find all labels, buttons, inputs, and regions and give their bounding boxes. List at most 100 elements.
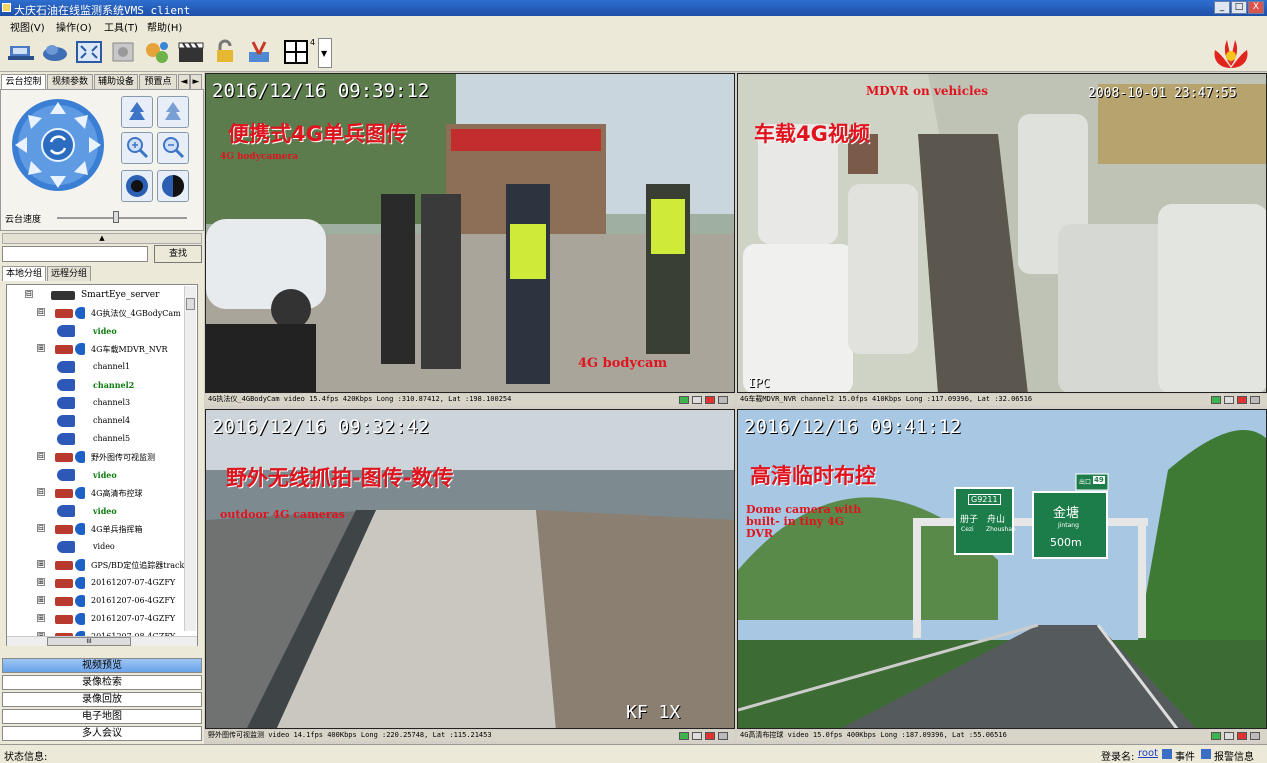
alarm-link[interactable]: 报警信息 — [1214, 748, 1254, 763]
minimize-button[interactable]: _ — [1214, 1, 1230, 14]
tree-camera-item[interactable]: channel3 — [7, 395, 187, 412]
tab-scroll-left[interactable]: ◄ — [178, 74, 190, 89]
expand-toggle-icon[interactable]: ⊞ — [37, 560, 45, 568]
tree-vscroll-thumb[interactable] — [186, 298, 195, 310]
title-bar[interactable]: 大庆石油在线监测系统VMS client _ □ X — [0, 0, 1267, 17]
menu-help[interactable]: 帮助(H) — [147, 19, 182, 34]
video-pane-3[interactable]: 2016/12/16 09:32:42 野外无线抓拍-图传-数传 outdoor… — [205, 409, 735, 729]
tree-camera-item[interactable]: channel5 — [7, 431, 187, 448]
video-1-record-icon[interactable] — [679, 396, 689, 404]
video-1-snapshot-icon[interactable] — [692, 396, 702, 404]
tree-device-item[interactable]: ⊟ 4G执法仪_4GBodyCam — [7, 305, 187, 322]
video-2-snapshot-icon[interactable] — [1224, 396, 1234, 404]
tree-camera-item[interactable]: channel4 — [7, 413, 187, 430]
tree-camera-item[interactable]: video — [7, 503, 187, 520]
tree-hscroll-thumb[interactable]: III — [47, 637, 131, 646]
ptz-speed-slider[interactable] — [112, 211, 119, 223]
tab-remote-group[interactable]: 远程分组 — [47, 266, 91, 281]
expand-toggle-icon[interactable]: ⊞ — [37, 578, 45, 586]
maximize-button[interactable]: □ — [1231, 1, 1247, 14]
iris-close-button[interactable] — [157, 170, 189, 202]
tree-hscrollbar[interactable]: III — [7, 636, 197, 646]
tree-camera-item[interactable]: channel2 — [7, 377, 187, 394]
expand-toggle-icon[interactable]: ⊟ — [37, 308, 45, 316]
tools-icon[interactable] — [244, 38, 274, 66]
video-3-record-icon[interactable] — [679, 732, 689, 740]
tab-scroll-right[interactable]: ► — [190, 74, 202, 89]
clapboard-icon[interactable] — [176, 38, 206, 66]
settings-icon[interactable] — [108, 38, 138, 66]
tree-device-item[interactable]: ⊟ 野外图传可视监测 — [7, 449, 187, 466]
tree-camera-item[interactable]: channel1 — [7, 359, 187, 376]
dvr-device-icon — [55, 345, 73, 354]
cloud-icon[interactable] — [40, 38, 70, 66]
video-2-stop-icon[interactable] — [1237, 396, 1247, 404]
events-link[interactable]: 事件 — [1175, 748, 1195, 763]
video-3-snapshot-icon[interactable] — [692, 732, 702, 740]
video-pane-1[interactable]: 2016/12/16 09:39:12 便携式4G单兵图传 4G bodycam… — [205, 73, 735, 393]
video-pane-4[interactable]: 2016/12/16 09:41:12 高清临时布控 Dome camera w… — [737, 409, 1267, 729]
zoom-out-tree-button[interactable] — [157, 96, 189, 128]
fullscreen-icon[interactable] — [74, 38, 104, 66]
video-2-record-icon[interactable] — [1211, 396, 1221, 404]
tree-device-item[interactable]: ⊞ 20161207-07-4GZFY — [7, 611, 187, 628]
expand-toggle-icon[interactable]: ⊟ — [37, 524, 45, 532]
video-2-close-icon[interactable] — [1250, 396, 1260, 404]
video-4-stop-icon[interactable] — [1237, 732, 1247, 740]
video-4-record-icon[interactable] — [1211, 732, 1221, 740]
tree-device-item[interactable]: ⊟ 4G高清布控球 — [7, 485, 187, 502]
nav-record-search[interactable]: 录像检索 — [2, 675, 202, 690]
tree-device-item[interactable]: ⊟ 4G单兵指挥箱 — [7, 521, 187, 538]
nav-conference[interactable]: 多人会议 — [2, 726, 202, 741]
video-3-stop-icon[interactable] — [705, 732, 715, 740]
nav-record-playback[interactable]: 录像回放 — [2, 692, 202, 707]
device-search-input[interactable] — [2, 246, 148, 262]
expand-toggle-icon[interactable]: ⊟ — [25, 290, 33, 298]
nav-e-map[interactable]: 电子地图 — [2, 709, 202, 724]
tree-device-item[interactable]: ⊞ 4G车载MDVR_NVR — [7, 341, 187, 358]
nav-video-preview[interactable]: 视频预览 — [2, 658, 202, 673]
focus-far-button[interactable] — [157, 132, 189, 164]
login-user-link[interactable]: root — [1138, 748, 1158, 759]
close-button[interactable]: X — [1248, 1, 1264, 14]
tree-vscrollbar[interactable] — [184, 286, 196, 631]
iris-open-button[interactable] — [121, 170, 153, 202]
expand-toggle-icon[interactable]: ⊟ — [37, 452, 45, 460]
zoom-in-tree-button[interactable] — [121, 96, 153, 128]
expand-toggle-icon[interactable]: ⊞ — [37, 344, 45, 352]
tab-video-params[interactable]: 视频参数 — [47, 74, 93, 89]
video-1-close-icon[interactable] — [718, 396, 728, 404]
expand-toggle-icon[interactable]: ⊟ — [37, 488, 45, 496]
tree-device-item[interactable]: ⊞ GPS/BD定位追踪器tracker — [7, 557, 193, 574]
dvr-device-icon — [55, 489, 73, 498]
collapse-ptz-button[interactable]: ▲ — [2, 233, 202, 244]
ptz-direction-wheel[interactable] — [11, 98, 105, 192]
video-1-stop-icon[interactable] — [705, 396, 715, 404]
expand-toggle-icon[interactable]: ⊞ — [37, 614, 45, 622]
tab-local-group[interactable]: 本地分组 — [2, 266, 46, 281]
tree-camera-item[interactable]: video — [7, 467, 187, 484]
video-4-snapshot-icon[interactable] — [1224, 732, 1234, 740]
focus-near-button[interactable] — [121, 132, 153, 164]
gears-icon[interactable] — [142, 38, 172, 66]
tree-device-item[interactable]: ⊞ 20161207-07-4GZFY — [7, 575, 187, 592]
menu-tools[interactable]: 工具(T) — [104, 19, 138, 34]
grid-dropdown[interactable]: ▼ — [318, 38, 332, 68]
tab-presets[interactable]: 预置点 — [139, 74, 177, 89]
lock-icon[interactable] — [210, 38, 240, 66]
tree-device-item[interactable]: ⊞ 20161207-06-4GZFY — [7, 593, 187, 610]
connect-icon[interactable] — [6, 38, 36, 66]
video-3-close-icon[interactable] — [718, 732, 728, 740]
video-4-close-icon[interactable] — [1250, 732, 1260, 740]
tree-camera-item[interactable]: video — [7, 539, 187, 556]
menu-operate[interactable]: 操作(O) — [56, 19, 92, 34]
menu-view[interactable]: 视图(V) — [10, 19, 45, 34]
search-button[interactable]: 查找 — [154, 245, 202, 263]
expand-toggle-icon[interactable]: ⊞ — [37, 596, 45, 604]
tab-ptz-control[interactable]: 云台控制 — [1, 74, 46, 89]
video-pane-2[interactable]: MDVR on vehicles 2008-10-01 23:47:55 车载4… — [737, 73, 1267, 393]
tab-aux-devices[interactable]: 辅助设备 — [94, 74, 138, 89]
tree-camera-item[interactable]: video — [7, 323, 187, 340]
grid-layout-icon[interactable] — [284, 40, 308, 64]
tree-server-item[interactable]: ⊟ SmartEye_server — [7, 287, 187, 304]
